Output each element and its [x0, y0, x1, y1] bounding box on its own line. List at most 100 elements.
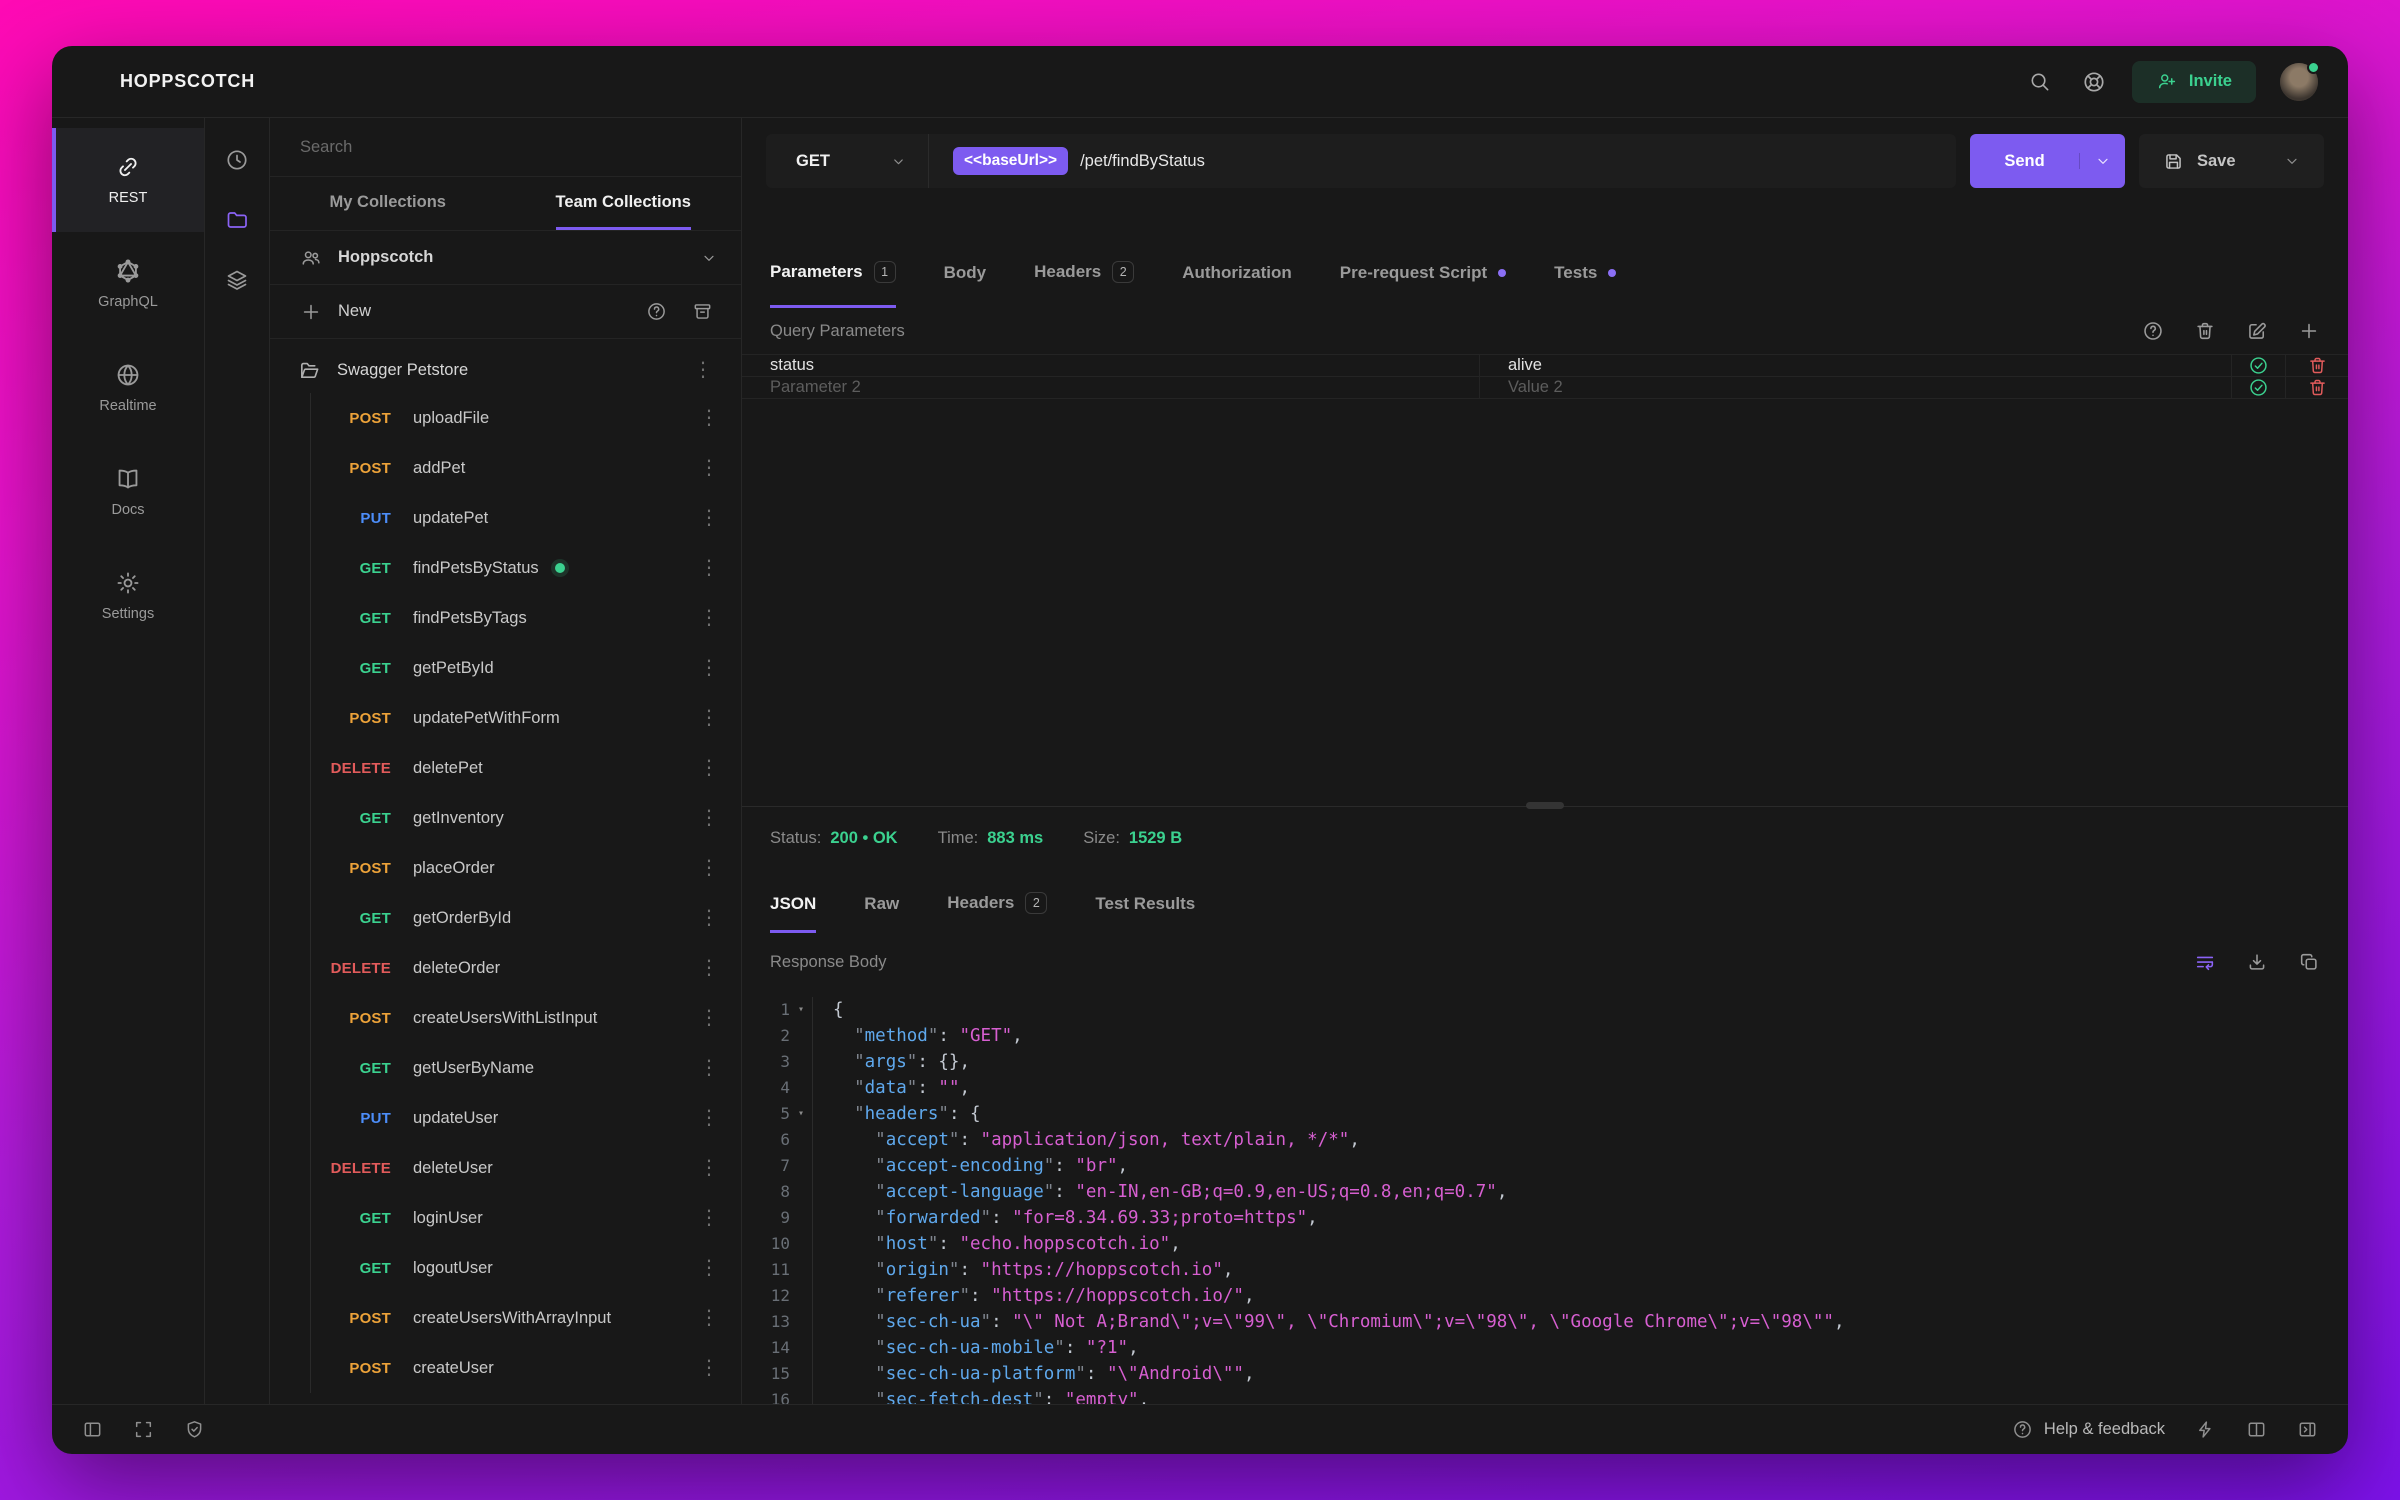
param-value-input[interactable]: alive — [1480, 355, 2232, 376]
request-item-loginUser[interactable]: GET loginUser ⋮ — [311, 1193, 741, 1243]
response-body-editor[interactable]: 1 ▾{2 "method": "GET", 3 "args": {}, 4 "dat… — [742, 991, 2348, 1404]
support-lifebuoy-icon[interactable] — [2074, 62, 2114, 102]
param-key-input[interactable]: Parameter 2 — [742, 377, 1480, 398]
shortcuts-zap-icon[interactable] — [2195, 1419, 2216, 1440]
sidebar-item-docs[interactable]: Docs — [52, 440, 204, 544]
tab-team-collections[interactable]: Team Collections — [506, 177, 742, 230]
kebab-menu-icon[interactable]: ⋮ — [693, 556, 725, 580]
param-value-input[interactable]: Value 2 — [1480, 377, 2232, 398]
kebab-menu-icon[interactable]: ⋮ — [693, 1206, 725, 1230]
request-item-findPetsByStatus[interactable]: GET findPetsByStatus ⋮ — [311, 543, 741, 593]
add-parameter-plus-icon[interactable] — [2298, 320, 2320, 342]
delete-all-trash-icon[interactable] — [2194, 320, 2216, 342]
kebab-menu-icon[interactable]: ⋮ — [693, 756, 725, 780]
request-item-createUsersWithArrayInput[interactable]: POST createUsersWithArrayInput ⋮ — [311, 1293, 741, 1343]
help-circle-icon[interactable] — [641, 297, 671, 327]
request-item-updateUser[interactable]: PUT updateUser ⋮ — [311, 1093, 741, 1143]
kebab-menu-icon[interactable]: ⋮ — [693, 1306, 725, 1330]
collections-search-input[interactable] — [300, 137, 711, 157]
request-item-deleteOrder[interactable]: DELETE deleteOrder ⋮ — [311, 943, 741, 993]
request-item-getInventory[interactable]: GET getInventory ⋮ — [311, 793, 741, 843]
tab-headers[interactable]: Headers 2 — [1034, 261, 1135, 308]
bulk-edit-icon[interactable] — [2246, 320, 2268, 342]
interceptor-shield-icon[interactable] — [184, 1419, 205, 1440]
request-item-getOrderById[interactable]: GET getOrderById ⋮ — [311, 893, 741, 943]
param-delete-trash-icon[interactable] — [2286, 355, 2348, 376]
avatar[interactable] — [2280, 60, 2320, 101]
request-item-placeOrder[interactable]: POST placeOrder ⋮ — [311, 843, 741, 893]
sidebar-item-rest[interactable]: REST — [52, 128, 204, 232]
kebab-menu-icon[interactable]: ⋮ — [693, 706, 725, 730]
toggle-sidebar-icon[interactable] — [82, 1419, 103, 1440]
param-enabled-check-icon[interactable] — [2232, 377, 2286, 398]
response-tab-test-results[interactable]: Test Results — [1095, 894, 1195, 933]
search-icon[interactable] — [2020, 62, 2060, 102]
import-export-archive-icon[interactable] — [687, 297, 717, 327]
plus-icon[interactable] — [300, 301, 322, 323]
tab-authorization[interactable]: Authorization — [1182, 263, 1292, 308]
kebab-menu-icon[interactable]: ⋮ — [693, 1056, 725, 1080]
param-key-input[interactable]: status — [742, 355, 1480, 376]
collection-folder[interactable]: Swagger Petstore ⋮ — [270, 347, 741, 393]
kebab-menu-icon[interactable]: ⋮ — [693, 506, 725, 530]
request-item-createUsersWithListInput[interactable]: POST createUsersWithListInput ⋮ — [311, 993, 741, 1043]
tab-my-collections[interactable]: My Collections — [270, 177, 506, 230]
kebab-menu-icon[interactable]: ⋮ — [687, 358, 719, 382]
param-delete-trash-icon[interactable] — [2286, 377, 2348, 398]
sidebar-item-settings[interactable]: Settings — [52, 544, 204, 648]
request-item-createUser[interactable]: POST createUser ⋮ — [311, 1343, 741, 1393]
kebab-menu-icon[interactable]: ⋮ — [693, 1356, 725, 1380]
kebab-menu-icon[interactable]: ⋮ — [693, 1006, 725, 1030]
tab-parameters[interactable]: Parameters 1 — [770, 261, 896, 308]
method-select[interactable]: GET — [766, 134, 929, 188]
history-clock-icon[interactable] — [225, 148, 249, 172]
send-options-chevron[interactable] — [2079, 153, 2125, 169]
kebab-menu-icon[interactable]: ⋮ — [693, 1156, 725, 1180]
tab-pre-request-script[interactable]: Pre-request Script — [1340, 263, 1507, 308]
split-columns-icon[interactable] — [2246, 1419, 2267, 1440]
kebab-menu-icon[interactable]: ⋮ — [693, 406, 725, 430]
kebab-menu-icon[interactable]: ⋮ — [693, 1256, 725, 1280]
kebab-menu-icon[interactable]: ⋮ — [693, 956, 725, 980]
fold-arrow-icon[interactable]: ▾ — [790, 997, 812, 1023]
resize-handle[interactable] — [1526, 802, 1564, 809]
request-item-uploadFile[interactable]: POST uploadFile ⋮ — [311, 393, 741, 443]
request-item-findPetsByTags[interactable]: GET findPetsByTags ⋮ — [311, 593, 741, 643]
tab-tests[interactable]: Tests — [1554, 263, 1617, 308]
invite-button[interactable]: Invite — [2131, 60, 2256, 103]
request-item-addPet[interactable]: POST addPet ⋮ — [311, 443, 741, 493]
help-circle-icon[interactable] — [2142, 320, 2164, 342]
collections-folder-icon[interactable] — [225, 208, 249, 232]
response-tab-headers[interactable]: Headers 2 — [947, 892, 1048, 933]
tab-body[interactable]: Body — [944, 263, 987, 308]
send-button[interactable]: Send — [1970, 134, 2125, 188]
kebab-menu-icon[interactable]: ⋮ — [693, 806, 725, 830]
request-item-logoutUser[interactable]: GET logoutUser ⋮ — [311, 1243, 741, 1293]
team-selector[interactable]: Hoppscotch — [270, 231, 741, 285]
line-wrap-icon[interactable] — [2194, 951, 2216, 973]
save-button[interactable]: Save — [2139, 134, 2324, 188]
download-response-icon[interactable] — [2246, 951, 2268, 973]
kebab-menu-icon[interactable]: ⋮ — [693, 656, 725, 680]
request-item-getPetById[interactable]: GET getPetById ⋮ — [311, 643, 741, 693]
request-item-updatePet[interactable]: PUT updatePet ⋮ — [311, 493, 741, 543]
fullscreen-icon[interactable] — [133, 1419, 154, 1440]
help-feedback-button[interactable]: Help & feedback — [2012, 1419, 2165, 1440]
request-item-deletePet[interactable]: DELETE deletePet ⋮ — [311, 743, 741, 793]
sidebar-item-realtime[interactable]: Realtime — [52, 336, 204, 440]
fold-arrow-icon[interactable]: ▾ — [790, 1101, 812, 1127]
kebab-menu-icon[interactable]: ⋮ — [693, 1106, 725, 1130]
param-enabled-check-icon[interactable] — [2232, 355, 2286, 376]
response-tab-raw[interactable]: Raw — [864, 894, 899, 933]
new-collection-button[interactable]: New — [338, 302, 371, 321]
collapse-right-panel-icon[interactable] — [2297, 1419, 2318, 1440]
kebab-menu-icon[interactable]: ⋮ — [693, 456, 725, 480]
request-item-getUserByName[interactable]: GET getUserByName ⋮ — [311, 1043, 741, 1093]
response-tab-json[interactable]: JSON — [770, 894, 817, 933]
request-item-deleteUser[interactable]: DELETE deleteUser ⋮ — [311, 1143, 741, 1193]
request-item-updatePetWithForm[interactable]: POST updatePetWithForm ⋮ — [311, 693, 741, 743]
copy-response-icon[interactable] — [2298, 951, 2320, 973]
environments-layers-icon[interactable] — [225, 268, 249, 292]
sidebar-item-graphql[interactable]: GraphQL — [52, 232, 204, 336]
kebab-menu-icon[interactable]: ⋮ — [693, 906, 725, 930]
